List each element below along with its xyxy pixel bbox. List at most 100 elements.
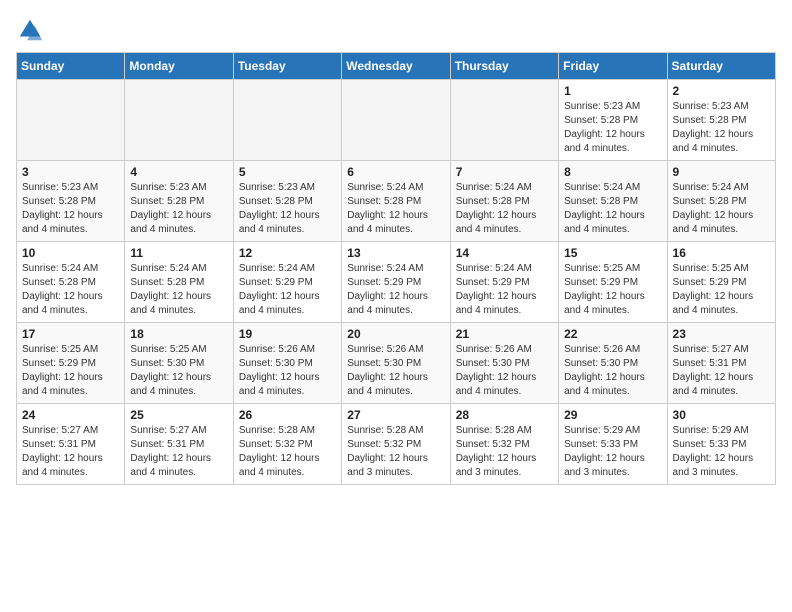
calendar-day-cell: 6 Sunrise: 5:24 AMSunset: 5:28 PMDaylight… [342,161,450,242]
calendar-week-row: 17Sunrise: 5:25 AMSunset: 5:29 PMDayligh… [17,323,776,404]
day-info: Sunrise: 5:26 AMSunset: 5:30 PMDaylight:… [456,343,553,399]
calendar-day-cell [450,80,558,161]
day-number: 14 [456,246,553,260]
day-number: 25 [130,408,227,422]
calendar-day-cell: 25 Sunrise: 5:27 AMSunset: 5:31 PMDayligh… [125,404,233,485]
day-info: Sunrise: 5:23 AMSunset: 5:28 PMDaylight:… [239,181,336,237]
day-info: Sunrise: 5:24 AMSunset: 5:28 PMDaylight:… [673,181,770,237]
day-info: Sunrise: 5:25 AMSunset: 5:29 PMDaylight:… [564,262,661,318]
header [16,16,776,44]
day-info: Sunrise: 5:24 AMSunset: 5:28 PMDaylight:… [456,181,553,237]
day-number: 9 [673,165,770,179]
day-info: Sunrise: 5:23 AMSunset: 5:28 PMDaylight:… [22,181,119,237]
calendar: SundayMondayTuesdayWednesdayThursdayFrid… [16,52,776,485]
calendar-day-cell: 10 Sunrise: 5:24 AMSunset: 5:28 PMDayligh… [17,242,125,323]
day-info: Sunrise: 5:26 AMSunset: 5:30 PMDaylight:… [239,343,336,399]
calendar-week-row: 1 Sunrise: 5:23 AMSunset: 5:28 PMDaylight… [17,80,776,161]
calendar-day-cell [17,80,125,161]
day-info: Sunrise: 5:28 AMSunset: 5:32 PMDaylight:… [456,424,553,480]
day-number: 6 [347,165,444,179]
day-info: Sunrise: 5:25 AMSunset: 5:29 PMDaylight:… [673,262,770,318]
day-number: 16 [673,246,770,260]
calendar-day-cell [342,80,450,161]
day-number: 15 [564,246,661,260]
day-info: Sunrise: 5:24 AMSunset: 5:29 PMDaylight:… [347,262,444,318]
calendar-day-cell: 9 Sunrise: 5:24 AMSunset: 5:28 PMDaylight… [667,161,775,242]
day-info: Sunrise: 5:24 AMSunset: 5:28 PMDaylight:… [22,262,119,318]
calendar-day-cell: 7 Sunrise: 5:24 AMSunset: 5:28 PMDaylight… [450,161,558,242]
calendar-header-day: Sunday [17,53,125,80]
calendar-header-row: SundayMondayTuesdayWednesdayThursdayFrid… [17,53,776,80]
day-number: 2 [673,84,770,98]
day-info: Sunrise: 5:24 AMSunset: 5:29 PMDaylight:… [239,262,336,318]
calendar-day-cell: 5 Sunrise: 5:23 AMSunset: 5:28 PMDaylight… [233,161,341,242]
day-info: Sunrise: 5:23 AMSunset: 5:28 PMDaylight:… [673,100,770,156]
calendar-day-cell: 13 Sunrise: 5:24 AMSunset: 5:29 PMDayligh… [342,242,450,323]
day-info: Sunrise: 5:28 AMSunset: 5:32 PMDaylight:… [239,424,336,480]
day-info: Sunrise: 5:23 AMSunset: 5:28 PMDaylight:… [564,100,661,156]
day-number: 30 [673,408,770,422]
calendar-day-cell: 1 Sunrise: 5:23 AMSunset: 5:28 PMDaylight… [559,80,667,161]
calendar-day-cell: 8 Sunrise: 5:24 AMSunset: 5:28 PMDaylight… [559,161,667,242]
day-number: 7 [456,165,553,179]
day-number: 28 [456,408,553,422]
day-number: 22 [564,327,661,341]
calendar-day-cell [125,80,233,161]
calendar-day-cell: 2 Sunrise: 5:23 AMSunset: 5:28 PMDaylight… [667,80,775,161]
calendar-day-cell: 14 Sunrise: 5:24 AMSunset: 5:29 PMDayligh… [450,242,558,323]
calendar-week-row: 10 Sunrise: 5:24 AMSunset: 5:28 PMDayligh… [17,242,776,323]
calendar-day-cell: 24Sunrise: 5:27 AMSunset: 5:31 PMDayligh… [17,404,125,485]
logo-icon [16,16,44,44]
calendar-day-cell: 11 Sunrise: 5:24 AMSunset: 5:28 PMDayligh… [125,242,233,323]
calendar-day-cell: 12 Sunrise: 5:24 AMSunset: 5:29 PMDayligh… [233,242,341,323]
day-info: Sunrise: 5:26 AMSunset: 5:30 PMDaylight:… [564,343,661,399]
calendar-day-cell: 21 Sunrise: 5:26 AMSunset: 5:30 PMDayligh… [450,323,558,404]
day-info: Sunrise: 5:24 AMSunset: 5:28 PMDaylight:… [347,181,444,237]
day-info: Sunrise: 5:25 AMSunset: 5:29 PMDaylight:… [22,343,119,399]
day-number: 8 [564,165,661,179]
day-number: 27 [347,408,444,422]
day-info: Sunrise: 5:23 AMSunset: 5:28 PMDaylight:… [130,181,227,237]
logo [16,16,48,44]
day-number: 18 [130,327,227,341]
calendar-day-cell: 20Sunrise: 5:26 AMSunset: 5:30 PMDayligh… [342,323,450,404]
day-number: 26 [239,408,336,422]
day-info: Sunrise: 5:29 AMSunset: 5:33 PMDaylight:… [564,424,661,480]
day-number: 11 [130,246,227,260]
day-info: Sunrise: 5:24 AMSunset: 5:28 PMDaylight:… [564,181,661,237]
calendar-header-day: Wednesday [342,53,450,80]
day-info: Sunrise: 5:24 AMSunset: 5:29 PMDaylight:… [456,262,553,318]
calendar-header-day: Thursday [450,53,558,80]
calendar-day-cell: 29 Sunrise: 5:29 AMSunset: 5:33 PMDayligh… [559,404,667,485]
day-number: 13 [347,246,444,260]
calendar-day-cell: 30Sunrise: 5:29 AMSunset: 5:33 PMDayligh… [667,404,775,485]
day-number: 5 [239,165,336,179]
day-number: 24 [22,408,119,422]
day-number: 21 [456,327,553,341]
day-info: Sunrise: 5:27 AMSunset: 5:31 PMDaylight:… [673,343,770,399]
calendar-header-day: Monday [125,53,233,80]
day-number: 29 [564,408,661,422]
day-number: 12 [239,246,336,260]
day-number: 23 [673,327,770,341]
day-info: Sunrise: 5:28 AMSunset: 5:32 PMDaylight:… [347,424,444,480]
calendar-day-cell: 28 Sunrise: 5:28 AMSunset: 5:32 PMDayligh… [450,404,558,485]
day-number: 10 [22,246,119,260]
calendar-day-cell: 15 Sunrise: 5:25 AMSunset: 5:29 PMDayligh… [559,242,667,323]
day-info: Sunrise: 5:27 AMSunset: 5:31 PMDaylight:… [130,424,227,480]
calendar-header-day: Friday [559,53,667,80]
day-info: Sunrise: 5:26 AMSunset: 5:30 PMDaylight:… [347,343,444,399]
calendar-header-day: Saturday [667,53,775,80]
calendar-day-cell: 16 Sunrise: 5:25 AMSunset: 5:29 PMDayligh… [667,242,775,323]
day-number: 1 [564,84,661,98]
day-info: Sunrise: 5:25 AMSunset: 5:30 PMDaylight:… [130,343,227,399]
day-number: 19 [239,327,336,341]
calendar-header-day: Tuesday [233,53,341,80]
calendar-day-cell: 4Sunrise: 5:23 AMSunset: 5:28 PMDaylight… [125,161,233,242]
calendar-day-cell: 3Sunrise: 5:23 AMSunset: 5:28 PMDaylight… [17,161,125,242]
calendar-week-row: 24 Sunrise: 5:27 AMSunset: 5:31 PMDayligh… [17,404,776,485]
calendar-day-cell: 22 Sunrise: 5:26 AMSunset: 5:30 PMDayligh… [559,323,667,404]
calendar-day-cell [233,80,341,161]
day-info: Sunrise: 5:24 AMSunset: 5:28 PMDaylight:… [130,262,227,318]
calendar-day-cell: 18 Sunrise: 5:25 AMSunset: 5:30 PMDayligh… [125,323,233,404]
